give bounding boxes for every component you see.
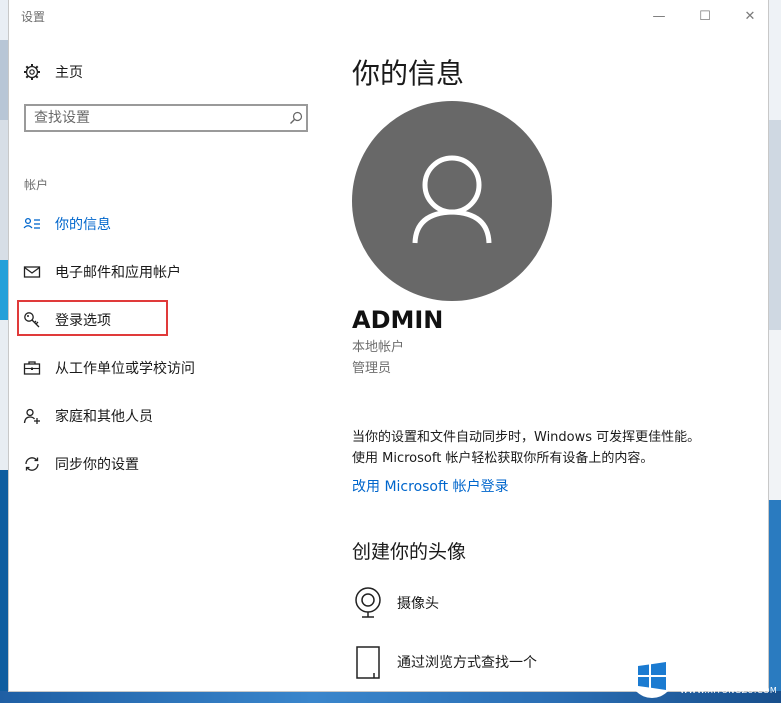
watermark: 系统族 WWW.XITONGZU.COM	[630, 648, 781, 703]
sync-icon	[23, 455, 41, 473]
sidebar: 主页 帐户 你的信息 电子邮件和应用帐户 登录选项	[9, 32, 329, 691]
search-input[interactable]	[34, 108, 274, 128]
sidebar-item-label: 从工作单位或学校访问	[55, 361, 195, 377]
account-type: 本地帐户	[352, 340, 405, 355]
desktop-background-left	[0, 0, 9, 703]
sidebar-item-home[interactable]: 主页	[9, 52, 329, 92]
sync-description-line: 使用 Microsoft 帐户轻松获取你所有设备上的内容。	[352, 451, 654, 466]
highlight-box	[17, 300, 168, 336]
sidebar-item-your-info[interactable]: 你的信息	[9, 204, 329, 244]
main-content: 你的信息 ADMIN 本地帐户 管理员 当你的设置和文件自动同步时，Window…	[352, 32, 752, 691]
sidebar-item-label: 主页	[55, 65, 83, 81]
desktop-background-right	[768, 0, 781, 703]
windows-logo-icon	[630, 653, 674, 698]
minimize-icon: —	[652, 8, 666, 24]
sidebar-item-sync[interactable]: 同步你的设置	[9, 444, 329, 484]
option-label: 通过浏览方式查找一个	[397, 655, 537, 671]
person-list-icon	[23, 215, 41, 233]
camera-icon	[352, 585, 384, 621]
title-bar: 设置 — ☐ ✕	[9, 0, 768, 32]
account-role: 管理员	[352, 361, 392, 376]
briefcase-icon	[23, 359, 41, 377]
watermark-text: 系统族 WWW.XITONGZU.COM	[680, 657, 777, 695]
browse-option[interactable]: 通过浏览方式查找一个	[352, 642, 652, 682]
avatar	[352, 101, 552, 301]
window-title: 设置	[21, 10, 46, 24]
mail-icon	[23, 263, 41, 281]
search-box[interactable]	[24, 104, 308, 132]
option-label: 摄像头	[397, 596, 439, 612]
page-title: 你的信息	[352, 57, 465, 90]
person-add-icon	[23, 407, 41, 425]
sidebar-item-email-accounts[interactable]: 电子邮件和应用帐户	[9, 252, 329, 292]
sidebar-item-label: 电子邮件和应用帐户	[55, 265, 181, 281]
create-avatar-heading: 创建你的头像	[352, 541, 467, 563]
camera-option[interactable]: 摄像头	[352, 583, 652, 623]
file-icon	[352, 644, 384, 680]
watermark-main-text: 系统族	[680, 654, 759, 685]
maximize-icon: ☐	[699, 8, 711, 24]
sidebar-item-label: 你的信息	[55, 217, 111, 233]
section-label-accounts: 帐户	[24, 178, 49, 192]
minimize-button[interactable]: —	[636, 0, 682, 32]
microsoft-account-link[interactable]: 改用 Microsoft 帐户登录	[352, 476, 509, 496]
sidebar-item-work-school[interactable]: 从工作单位或学校访问	[9, 348, 329, 388]
close-icon: ✕	[744, 8, 756, 24]
gear-icon	[23, 63, 41, 81]
sync-description-line: 当你的设置和文件自动同步时，Windows 可发挥更佳性能。	[352, 430, 701, 445]
person-icon	[412, 155, 492, 244]
maximize-button[interactable]: ☐	[682, 0, 728, 32]
user-name: ADMIN	[352, 306, 444, 334]
watermark-sub-text: WWW.XITONGZU.COM	[680, 685, 778, 695]
close-button[interactable]: ✕	[727, 0, 768, 32]
search-icon[interactable]	[288, 110, 304, 126]
sync-description: 当你的设置和文件自动同步时，Windows 可发挥更佳性能。 使用 Micros…	[352, 427, 752, 469]
sidebar-item-label: 同步你的设置	[55, 457, 139, 473]
sidebar-item-family[interactable]: 家庭和其他人员	[9, 396, 329, 436]
settings-window: 设置 — ☐ ✕ 主页 帐户 你的信息	[9, 0, 768, 691]
sidebar-item-label: 家庭和其他人员	[55, 409, 153, 425]
